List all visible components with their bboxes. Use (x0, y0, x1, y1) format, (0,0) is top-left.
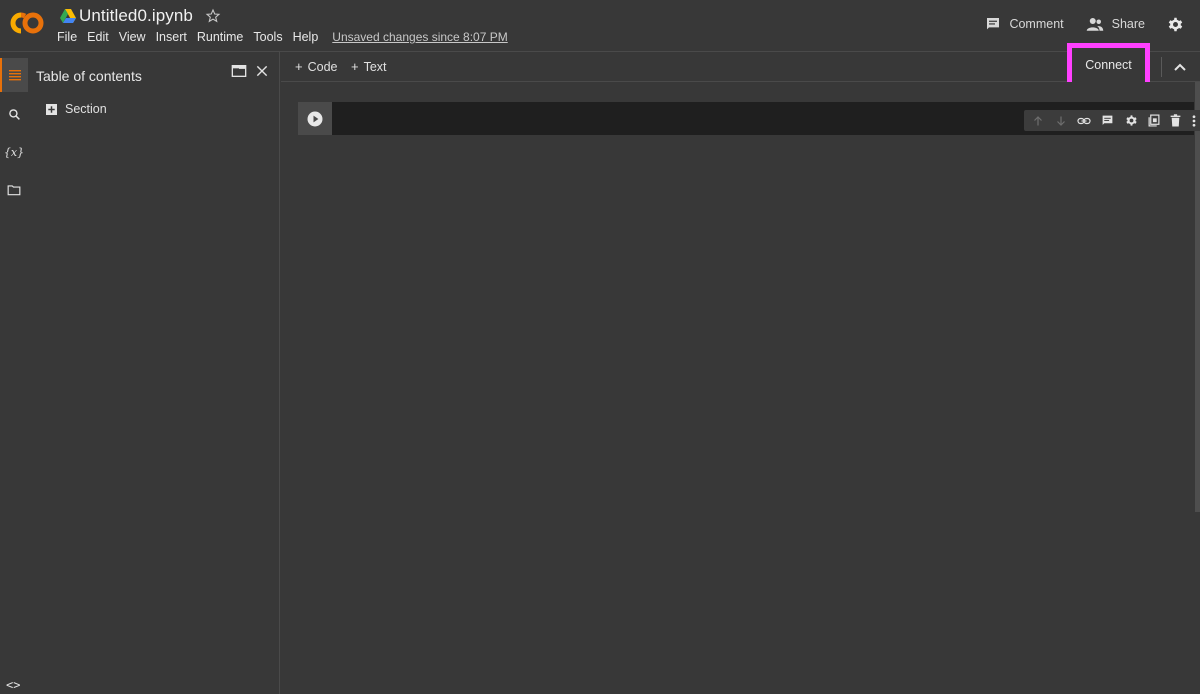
open-in-tab-button[interactable] (231, 64, 247, 78)
settings-button[interactable] (1167, 16, 1184, 33)
table-of-contents-panel: Table of contents Section (28, 52, 280, 694)
add-box-icon (46, 103, 57, 115)
arrow-down-icon (1056, 116, 1065, 126)
comment-label: Comment (1009, 17, 1064, 31)
folder-icon (7, 185, 21, 196)
run-cell-button[interactable] (298, 102, 332, 135)
delete-cell-button[interactable] (1170, 114, 1181, 127)
search-toggle[interactable] (0, 99, 28, 129)
add-code-button[interactable]: + Code (295, 59, 337, 74)
menu-view[interactable]: View (119, 30, 146, 44)
unsaved-changes-link[interactable]: Unsaved changes since 8:07 PM (332, 30, 507, 44)
toc-icon (9, 70, 21, 81)
star-icon[interactable] (205, 8, 221, 24)
copy-link-button[interactable] (1077, 116, 1091, 126)
left-icon-strip: {x} <> (0, 52, 28, 694)
gear-icon (1168, 17, 1183, 31)
menu-help[interactable]: Help (293, 30, 319, 44)
cell-settings-button[interactable] (1125, 114, 1138, 127)
variables-icon: {x} (3, 145, 25, 159)
colab-logo[interactable] (9, 10, 45, 36)
add-code-label: Code (307, 60, 338, 74)
close-icon (256, 65, 268, 77)
plus-icon: + (295, 59, 303, 74)
notebook-toolbar: + Code + Text Connect (281, 43, 1200, 87)
menu-edit[interactable]: Edit (87, 30, 109, 44)
add-text-label: Text (363, 60, 387, 74)
comment-icon (1102, 115, 1113, 125)
plus-icon: + (351, 59, 359, 74)
connect-label: Connect (1085, 58, 1132, 72)
chevron-up-icon (1174, 63, 1186, 71)
comment-button[interactable]: Comment (985, 16, 1064, 32)
connect-button[interactable]: Connect (1067, 43, 1150, 87)
mirror-cell-button[interactable] (1148, 114, 1160, 127)
toolbar-divider (1161, 57, 1162, 77)
notebook-title[interactable]: Untitled0.ipynb (79, 6, 193, 26)
open-in-tab-icon (231, 65, 247, 77)
more-vert-icon (1192, 114, 1196, 127)
top-header: Untitled0.ipynb File Edit View Insert Ru… (0, 0, 1200, 52)
add-text-button[interactable]: + Text (351, 59, 387, 74)
toc-section-label: Section (65, 102, 107, 116)
move-up-button[interactable] (1032, 115, 1044, 127)
share-button[interactable]: Share (1086, 16, 1145, 32)
add-comment-button[interactable] (1101, 114, 1114, 127)
menu-file[interactable]: File (57, 30, 77, 44)
toc-add-section[interactable]: Section (46, 102, 107, 116)
code-snippets-icon[interactable]: <> (6, 678, 20, 692)
mirror-cell-icon (1148, 114, 1160, 127)
notebook-area (281, 82, 1200, 694)
scrollbar[interactable] (1195, 82, 1200, 512)
code-cell[interactable] (298, 102, 1200, 135)
variables-toggle[interactable]: {x} (0, 137, 28, 167)
menu-runtime[interactable]: Runtime (197, 30, 244, 44)
toc-title: Table of contents (36, 68, 142, 84)
menu-tools[interactable]: Tools (253, 30, 282, 44)
menu-insert[interactable]: Insert (156, 30, 187, 44)
more-options-button[interactable] (1192, 114, 1196, 127)
arrow-up-icon (1034, 115, 1043, 125)
files-toggle[interactable] (0, 175, 28, 205)
move-down-button[interactable] (1055, 115, 1067, 127)
people-icon (1086, 18, 1103, 31)
search-icon (8, 108, 20, 120)
menu-bar: File Edit View Insert Runtime Tools Help… (57, 30, 508, 44)
trash-icon (1171, 114, 1181, 127)
comment-icon (987, 18, 1000, 30)
gear-icon (1126, 115, 1137, 126)
close-panel-button[interactable] (255, 64, 269, 78)
google-drive-icon[interactable] (60, 9, 76, 23)
play-icon (307, 111, 323, 126)
share-label: Share (1111, 17, 1145, 31)
link-icon (1077, 117, 1091, 124)
collapse-header-button[interactable] (1171, 58, 1189, 76)
cell-toolbar (1024, 110, 1200, 131)
toc-toggle[interactable] (0, 58, 28, 92)
